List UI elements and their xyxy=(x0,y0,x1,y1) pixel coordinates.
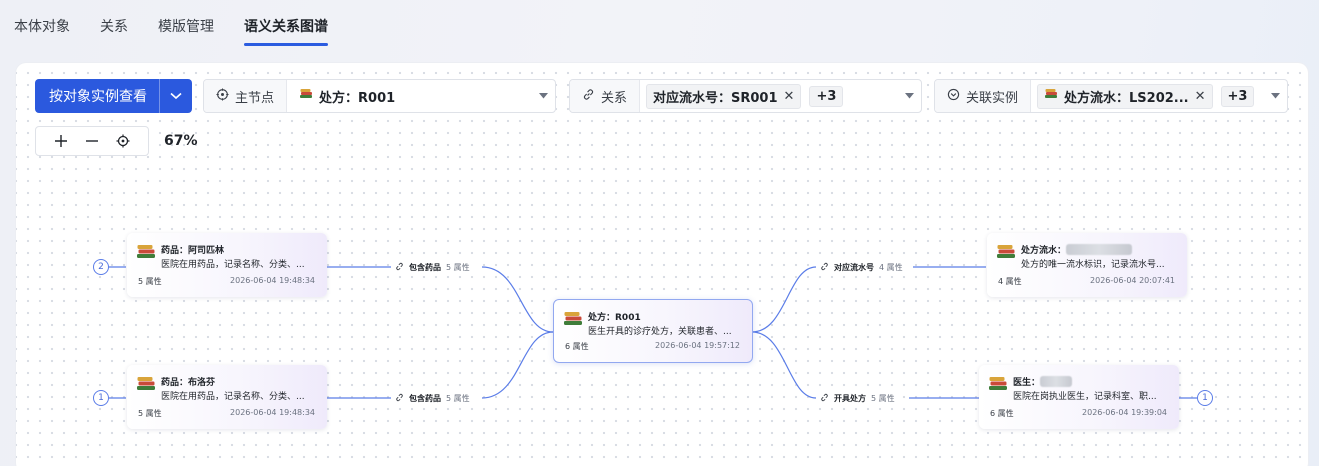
node-timestamp: 2026-06-04 19:39:04 xyxy=(1082,408,1167,417)
tab-semantic-graph[interactable]: 语义关系图谱 xyxy=(244,16,328,46)
link-icon xyxy=(395,262,404,273)
redacted-value xyxy=(1066,244,1133,255)
node-description: 处方的唯一流水标识，记录流水号... xyxy=(1021,260,1165,270)
edge-label-prescribe[interactable]: 开具处方 5 属性 xyxy=(816,389,899,407)
node-timestamp: 2026-06-04 20:07:41 xyxy=(1090,276,1175,285)
edge-label-contains-drug[interactable]: 包含药品 5 属性 xyxy=(391,389,474,407)
node-title: 药品：阿司匹林 xyxy=(161,246,225,256)
node-prescription-serial[interactable]: 处方流水： 处方的唯一流水标识，记录流水号... 4 属性 2026-06-04… xyxy=(987,233,1187,297)
edge-label-serial-number[interactable]: 对应流水号 4 属性 xyxy=(816,258,907,276)
node-attr-count: 5 属性 xyxy=(138,409,162,418)
node-attr-count: 4 属性 xyxy=(998,277,1022,286)
node-title: 处方：R001 xyxy=(588,313,641,323)
node-title: 药品：布洛芬 xyxy=(161,378,216,388)
books-icon xyxy=(988,375,1008,395)
node-drug-aspirin[interactable]: 药品：阿司匹林 医院在用药品，记录名称、分类、... 5 属性 2026-06-… xyxy=(127,233,327,297)
redacted-value xyxy=(1040,376,1073,387)
books-icon xyxy=(136,243,156,263)
node-timestamp: 2026-06-04 19:57:12 xyxy=(655,341,740,350)
node-attr-count: 6 属性 xyxy=(990,409,1014,418)
node-attr-count: 5 属性 xyxy=(138,277,162,286)
node-timestamp: 2026-06-04 19:48:34 xyxy=(230,408,315,417)
link-icon xyxy=(820,393,829,404)
node-description: 医院在用药品，记录名称、分类、... xyxy=(161,392,305,402)
node-attr-count: 6 属性 xyxy=(565,342,589,351)
edge-label-contains-drug[interactable]: 包含药品 5 属性 xyxy=(391,258,474,276)
expand-counter[interactable]: 2 xyxy=(93,259,109,275)
node-description: 医院在用药品，记录名称、分类、... xyxy=(161,260,305,270)
node-doctor[interactable]: 医生： 医院在岗执业医生，记录科室、职... 6 属性 2026-06-04 1… xyxy=(979,365,1179,429)
books-icon xyxy=(563,310,583,330)
tab-relations[interactable]: 关系 xyxy=(100,16,128,36)
tab-ontology-objects[interactable]: 本体对象 xyxy=(14,16,70,36)
books-icon xyxy=(996,243,1016,263)
expand-counter[interactable]: 1 xyxy=(93,390,109,406)
node-drug-ibuprofen[interactable]: 药品：布洛芬 医院在用药品，记录名称、分类、... 5 属性 2026-06-0… xyxy=(127,365,327,429)
node-timestamp: 2026-06-04 19:48:34 xyxy=(230,276,315,285)
node-prescription-main[interactable]: 处方：R001 医生开具的诊疗处方，关联患者、... 6 属性 2026-06-… xyxy=(553,299,753,363)
node-title: 处方流水： xyxy=(1021,243,1133,256)
link-icon xyxy=(395,393,404,404)
expand-counter[interactable]: 1 xyxy=(1197,390,1213,406)
link-icon xyxy=(820,262,829,273)
node-description: 医院在岗执业医生，记录科室、职... xyxy=(1013,392,1157,402)
node-description: 医生开具的诊疗处方，关联患者、... xyxy=(588,327,732,337)
books-icon xyxy=(136,375,156,395)
tab-bar: 本体对象 关系 模版管理 语义关系图谱 xyxy=(14,16,358,46)
tab-template-management[interactable]: 模版管理 xyxy=(158,16,214,36)
node-title: 医生： xyxy=(1013,375,1073,388)
graph-panel: 按对象实例查看 主节点 处方：R001 关系 对应流水号：SR001 ✕ +3 … xyxy=(16,63,1308,466)
